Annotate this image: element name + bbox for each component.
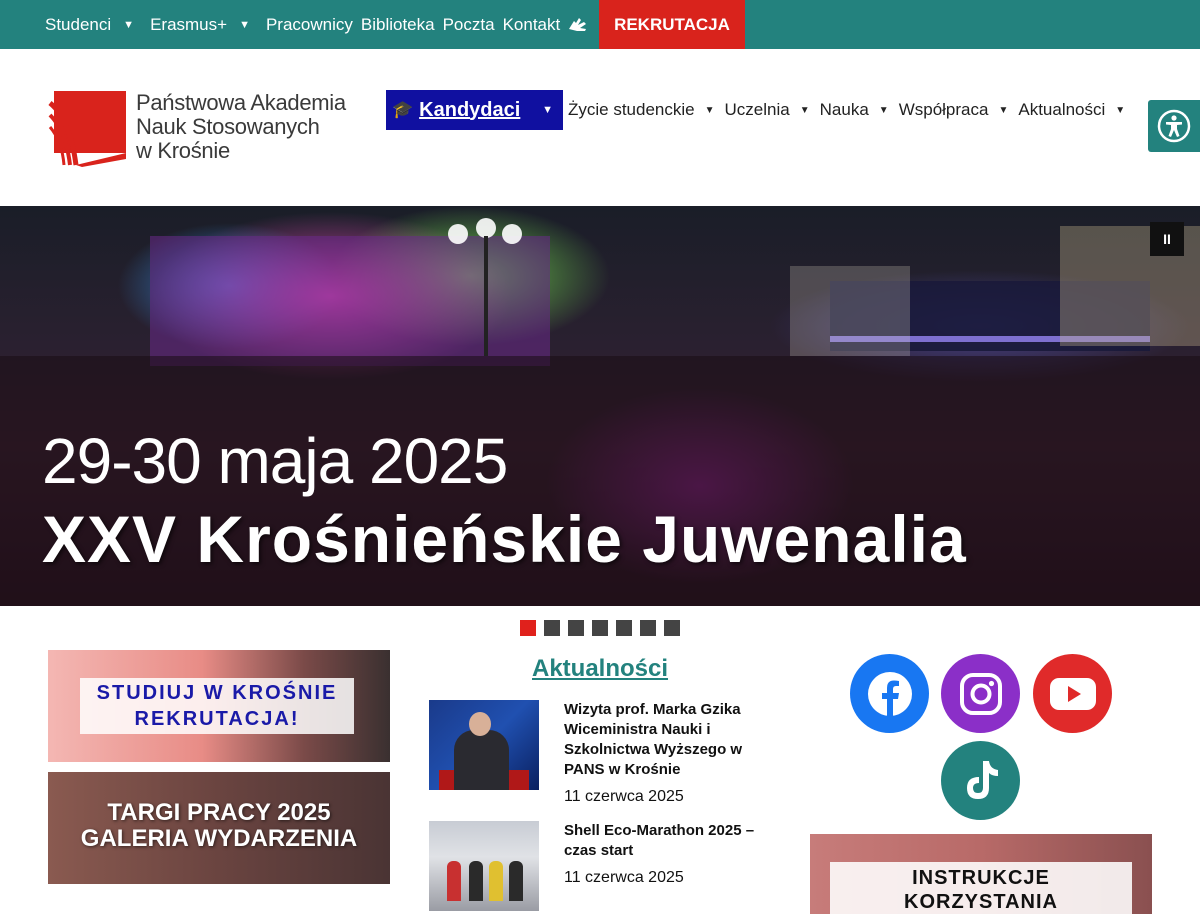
nav-label: Uczelnia xyxy=(724,100,790,119)
banner-line: GALERIA WYDARZENIA xyxy=(80,825,358,852)
nav-item-nauka[interactable]: Nauka ▼ xyxy=(820,100,894,120)
slide-dot[interactable] xyxy=(664,620,680,636)
pause-icon: II xyxy=(1163,231,1171,247)
caret-down-icon: ▼ xyxy=(123,18,135,31)
caret-down-icon: ▼ xyxy=(704,104,715,116)
thumb-shape xyxy=(489,861,503,901)
facebook-glyph xyxy=(867,671,912,716)
gallery-banner[interactable]: TARGI PRACY 2025 GALERIA WYDARZENIA xyxy=(48,772,390,884)
thumb-shape xyxy=(469,861,483,901)
topnav-item-erasmus[interactable]: Erasmus+ ▼ xyxy=(150,15,258,35)
topnav-item-biblioteka[interactable]: Biblioteka xyxy=(361,15,435,35)
news-item-title[interactable]: Shell Eco-Marathon 2025 – czas start xyxy=(564,821,764,861)
thumb-shape xyxy=(454,730,509,790)
news-item-date: 11 czerwca 2025 xyxy=(564,869,684,886)
hero-slider[interactable]: 29-30 maja 2025 XXV Krośnieńskie Juwenal… xyxy=(0,206,1200,606)
recruitment-banner[interactable]: STUDIUJ W KROŚNIE REKRUTACJA! xyxy=(48,650,390,762)
nav-label: Kandydaci xyxy=(419,98,521,121)
logo-text: Państwowa Akademia Nauk Stosowanych w Kr… xyxy=(136,91,346,163)
accessibility-icon xyxy=(1157,109,1191,143)
rekrutacja-button[interactable]: REKRUTACJA xyxy=(599,0,745,49)
topnav-item-poczta[interactable]: Poczta xyxy=(443,15,495,35)
news-item-title[interactable]: Wizyta prof. Marka Gzika Wiceministra Na… xyxy=(564,700,764,780)
gallery-banner-text: TARGI PRACY 2025 GALERIA WYDARZENIA xyxy=(48,800,390,852)
logo-line: w Krośnie xyxy=(136,138,230,163)
tiktok-glyph xyxy=(966,760,998,799)
slide-dot[interactable] xyxy=(616,620,632,636)
tiktok-icon[interactable] xyxy=(941,741,1020,820)
instructions-box: INSTRUKCJE KORZYSTANIA xyxy=(830,862,1132,914)
slide-dot[interactable] xyxy=(544,620,560,636)
topnav-label: Pracownicy xyxy=(265,14,353,34)
banner-line: TARGI PRACY 2025 xyxy=(107,799,331,826)
banner-line: REKRUTACJA! xyxy=(134,708,300,730)
pause-button[interactable]: II xyxy=(1150,222,1184,256)
caret-down-icon: ▼ xyxy=(1115,104,1126,116)
topnav-label: Biblioteka xyxy=(360,14,435,34)
nav-label: Współpraca xyxy=(898,100,989,119)
hero-date: 29-30 maja 2025 xyxy=(42,425,508,497)
slide-dot[interactable] xyxy=(592,620,608,636)
banner-line: STUDIUJ W KROŚNIE xyxy=(96,682,338,704)
thumb-shape xyxy=(469,712,491,736)
topnav-label: Erasmus+ xyxy=(150,14,228,34)
caret-down-icon: ▼ xyxy=(998,104,1009,116)
topnav-item-pracownicy[interactable]: Pracownicy xyxy=(266,15,353,35)
banner-line: INSTRUKCJE xyxy=(912,867,1050,889)
thumb-shape xyxy=(509,861,523,901)
caret-down-icon: ▼ xyxy=(239,18,250,31)
graduation-cap-icon: 🎓 xyxy=(392,100,414,119)
university-logo[interactable]: Państwowa Akademia Nauk Stosowanych w Kr… xyxy=(48,89,383,169)
nav-item-kandydaci[interactable]: 🎓 Kandydaci ▼ xyxy=(386,90,563,130)
nav-label: Życie studenckie xyxy=(568,100,695,119)
topnav-item-studenci[interactable]: Studenci ▼ xyxy=(45,15,142,35)
top-nav: Studenci ▼ Erasmus+ ▼ Pracownicy Bibliot… xyxy=(45,0,596,49)
instagram-icon[interactable] xyxy=(941,654,1020,733)
nav-item-uczelnia[interactable]: Uczelnia ▼ xyxy=(725,100,815,120)
instagram-glyph xyxy=(959,672,1002,715)
main-nav: 🎓 Kandydaci ▼ Życie studenckie ▼ Uczelni… xyxy=(386,90,1130,130)
nav-label: Nauka xyxy=(819,100,869,119)
slide-dot[interactable] xyxy=(520,620,536,636)
nav-item-wspolpraca[interactable]: Współpraca ▼ xyxy=(899,100,1014,120)
hero-title: XXV Krośnieńskie Juwenalia xyxy=(42,502,967,576)
topnav-item-kontakt[interactable]: Kontakt xyxy=(503,15,561,35)
recruitment-banner-box: STUDIUJ W KROŚNIE REKRUTACJA! xyxy=(80,678,354,734)
news-thumbnail[interactable] xyxy=(429,700,539,790)
accessibility-button[interactable] xyxy=(1148,100,1200,152)
banner-line: KORZYSTANIA xyxy=(904,891,1058,913)
caret-down-icon: ▼ xyxy=(799,104,810,116)
topnav-label: Kontakt xyxy=(502,14,561,34)
thumb-shape xyxy=(447,861,461,901)
sign-language-icon[interactable] xyxy=(566,15,592,35)
youtube-glyph xyxy=(1049,677,1096,710)
youtube-icon[interactable] xyxy=(1033,654,1112,733)
nav-item-zycie-studenckie[interactable]: Życie studenckie ▼ xyxy=(568,100,720,120)
top-bar: Studenci ▼ Erasmus+ ▼ Pracownicy Bibliot… xyxy=(0,0,1200,49)
slide-dot[interactable] xyxy=(568,620,584,636)
topnav-label: Studenci xyxy=(45,14,112,34)
caret-down-icon: ▼ xyxy=(878,104,889,116)
logo-line: Państwowa Akademia xyxy=(136,90,346,115)
instructions-banner[interactable]: INSTRUKCJE KORZYSTANIA xyxy=(810,834,1152,914)
facebook-icon[interactable] xyxy=(850,654,929,733)
nav-item-aktualnosci[interactable]: Aktualności ▼ xyxy=(1018,100,1130,120)
news-item-date: 11 czerwca 2025 xyxy=(564,788,684,805)
slider-pagination xyxy=(520,620,688,636)
logo-line: Nauk Stosowanych xyxy=(136,114,320,139)
nav-label: Aktualności xyxy=(1018,100,1106,119)
news-section-title[interactable]: Aktualności xyxy=(532,655,668,683)
logo-mark-icon xyxy=(48,91,126,167)
caret-down-icon: ▼ xyxy=(542,104,553,116)
topnav-label: Poczta xyxy=(442,14,495,34)
slide-dot[interactable] xyxy=(640,620,656,636)
news-thumbnail[interactable] xyxy=(429,821,539,911)
